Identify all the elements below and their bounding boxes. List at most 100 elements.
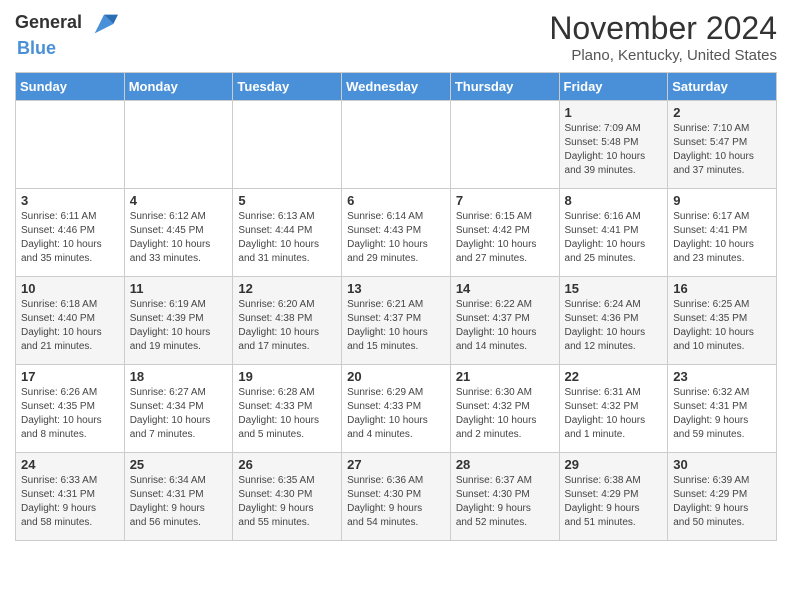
calendar-cell: 20Sunrise: 6:29 AM Sunset: 4:33 PM Dayli… [342, 365, 451, 453]
calendar-cell [233, 101, 342, 189]
day-number: 23 [673, 369, 771, 384]
day-number: 9 [673, 193, 771, 208]
day-number: 26 [238, 457, 336, 472]
day-number: 18 [130, 369, 228, 384]
day-number: 4 [130, 193, 228, 208]
calendar-cell: 4 Sunrise: 6:12 AM Sunset: 4:45 PM Daylig… [124, 189, 233, 277]
logo: General Blue [15, 10, 118, 59]
day-info: Sunrise: 6:31 AM Sunset: 4:32 PM Dayligh… [565, 386, 663, 442]
calendar-cell: 28 Sunrise: 6:37 AM Sunset: 4:30 PM Dayli… [450, 453, 559, 541]
calendar-cell: 6Sunrise: 6:14 AM Sunset: 4:43 PM Daylig… [342, 189, 451, 277]
calendar-cell: 8 Sunrise: 6:16 AM Sunset: 4:41 PM Daylig… [559, 189, 668, 277]
day-number: 1 [565, 105, 663, 120]
calendar-cell: 9 Sunrise: 6:17 AM Sunset: 4:41 PM Daylig… [668, 189, 777, 277]
day-info: Sunrise: 6:11 AM Sunset: 4:46 PM Dayligh… [21, 210, 119, 266]
day-header-monday: Monday [124, 73, 233, 101]
day-info: Sunrise: 6:12 AM Sunset: 4:45 PM Dayligh… [130, 210, 228, 266]
day-info: Sunrise: 6:20 AM Sunset: 4:38 PM Dayligh… [238, 298, 336, 354]
day-number: 20 [347, 369, 445, 384]
day-number: 8 [565, 193, 663, 208]
day-info: Sunrise: 6:21 AM Sunset: 4:37 PM Dayligh… [347, 298, 445, 354]
calendar-cell: 19Sunrise: 6:28 AM Sunset: 4:33 PM Dayli… [233, 365, 342, 453]
day-header-thursday: Thursday [450, 73, 559, 101]
day-number: 29 [565, 457, 663, 472]
day-header-row: SundayMondayTuesdayWednesdayThursdayFrid… [16, 73, 777, 101]
day-number: 24 [21, 457, 119, 472]
calendar-cell: 25 Sunrise: 6:34 AM Sunset: 4:31 PM Dayli… [124, 453, 233, 541]
week-row-4: 17Sunrise: 6:26 AM Sunset: 4:35 PM Dayli… [16, 365, 777, 453]
calendar-cell: 12 Sunrise: 6:20 AM Sunset: 4:38 PM Dayli… [233, 277, 342, 365]
week-row-3: 10 Sunrise: 6:18 AM Sunset: 4:40 PM Dayli… [16, 277, 777, 365]
day-number: 5 [238, 193, 336, 208]
day-number: 21 [456, 369, 554, 384]
day-number: 22 [565, 369, 663, 384]
day-info: Sunrise: 6:25 AM Sunset: 4:35 PM Dayligh… [673, 298, 771, 354]
day-number: 7 [456, 193, 554, 208]
week-row-2: 3 Sunrise: 6:11 AM Sunset: 4:46 PM Daylig… [16, 189, 777, 277]
day-number: 28 [456, 457, 554, 472]
calendar-cell [16, 101, 125, 189]
calendar-cell: 26 Sunrise: 6:35 AM Sunset: 4:30 PM Dayli… [233, 453, 342, 541]
calendar-cell: 10 Sunrise: 6:18 AM Sunset: 4:40 PM Dayli… [16, 277, 125, 365]
calendar-cell: 14 Sunrise: 6:22 AM Sunset: 4:37 PM Dayli… [450, 277, 559, 365]
calendar-cell: 5Sunrise: 6:13 AM Sunset: 4:44 PM Daylig… [233, 189, 342, 277]
day-number: 11 [130, 281, 228, 296]
calendar-cell: 7 Sunrise: 6:15 AM Sunset: 4:42 PM Daylig… [450, 189, 559, 277]
week-row-5: 24 Sunrise: 6:33 AM Sunset: 4:31 PM Dayli… [16, 453, 777, 541]
day-number: 3 [21, 193, 119, 208]
calendar-cell: 21 Sunrise: 6:30 AM Sunset: 4:32 PM Dayli… [450, 365, 559, 453]
calendar-cell: 15 Sunrise: 6:24 AM Sunset: 4:36 PM Dayli… [559, 277, 668, 365]
day-info: Sunrise: 6:22 AM Sunset: 4:37 PM Dayligh… [456, 298, 554, 354]
calendar-cell [450, 101, 559, 189]
day-number: 16 [673, 281, 771, 296]
month-title: November 2024 [549, 10, 777, 47]
location-subtitle: Plano, Kentucky, United States [549, 47, 777, 64]
day-number: 13 [347, 281, 445, 296]
calendar-cell: 29 Sunrise: 6:38 AM Sunset: 4:29 PM Dayli… [559, 453, 668, 541]
day-info: Sunrise: 7:10 AM Sunset: 5:47 PM Dayligh… [673, 122, 771, 178]
day-info: Sunrise: 6:16 AM Sunset: 4:41 PM Dayligh… [565, 210, 663, 266]
day-info: Sunrise: 7:09 AM Sunset: 5:48 PM Dayligh… [565, 122, 663, 178]
day-info: Sunrise: 6:27 AM Sunset: 4:34 PM Dayligh… [130, 386, 228, 442]
day-info: Sunrise: 6:17 AM Sunset: 4:41 PM Dayligh… [673, 210, 771, 266]
day-header-wednesday: Wednesday [342, 73, 451, 101]
calendar-cell: 11 Sunrise: 6:19 AM Sunset: 4:39 PM Dayli… [124, 277, 233, 365]
day-info: Sunrise: 6:32 AM Sunset: 4:31 PM Dayligh… [673, 386, 771, 442]
day-info: Sunrise: 6:15 AM Sunset: 4:42 PM Dayligh… [456, 210, 554, 266]
title-area: November 2024 Plano, Kentucky, United St… [549, 10, 777, 64]
logo-general-text: General [15, 12, 82, 32]
calendar-cell: 27Sunrise: 6:36 AM Sunset: 4:30 PM Dayli… [342, 453, 451, 541]
logo-blue-text: Blue [17, 38, 56, 58]
day-info: Sunrise: 6:39 AM Sunset: 4:29 PM Dayligh… [673, 474, 771, 530]
day-number: 25 [130, 457, 228, 472]
day-info: Sunrise: 6:30 AM Sunset: 4:32 PM Dayligh… [456, 386, 554, 442]
day-number: 14 [456, 281, 554, 296]
day-info: Sunrise: 6:33 AM Sunset: 4:31 PM Dayligh… [21, 474, 119, 530]
day-header-saturday: Saturday [668, 73, 777, 101]
calendar-cell: 16 Sunrise: 6:25 AM Sunset: 4:35 PM Dayli… [668, 277, 777, 365]
day-number: 10 [21, 281, 119, 296]
calendar-cell: 17Sunrise: 6:26 AM Sunset: 4:35 PM Dayli… [16, 365, 125, 453]
day-number: 6 [347, 193, 445, 208]
day-number: 30 [673, 457, 771, 472]
day-number: 12 [238, 281, 336, 296]
day-number: 27 [347, 457, 445, 472]
day-number: 17 [21, 369, 119, 384]
day-info: Sunrise: 6:37 AM Sunset: 4:30 PM Dayligh… [456, 474, 554, 530]
day-info: Sunrise: 6:34 AM Sunset: 4:31 PM Dayligh… [130, 474, 228, 530]
week-row-1: 1 Sunrise: 7:09 AM Sunset: 5:48 PM Daylig… [16, 101, 777, 189]
day-info: Sunrise: 6:18 AM Sunset: 4:40 PM Dayligh… [21, 298, 119, 354]
header: General Blue November 2024 Plano, Kentuc… [15, 10, 777, 64]
calendar-cell: 3 Sunrise: 6:11 AM Sunset: 4:46 PM Daylig… [16, 189, 125, 277]
day-number: 15 [565, 281, 663, 296]
calendar-table: SundayMondayTuesdayWednesdayThursdayFrid… [15, 72, 777, 541]
calendar-cell: 2Sunrise: 7:10 AM Sunset: 5:47 PM Daylig… [668, 101, 777, 189]
calendar-cell: 13 Sunrise: 6:21 AM Sunset: 4:37 PM Dayli… [342, 277, 451, 365]
logo-icon [90, 10, 118, 38]
day-header-friday: Friday [559, 73, 668, 101]
day-info: Sunrise: 6:19 AM Sunset: 4:39 PM Dayligh… [130, 298, 228, 354]
day-info: Sunrise: 6:35 AM Sunset: 4:30 PM Dayligh… [238, 474, 336, 530]
calendar-cell: 18 Sunrise: 6:27 AM Sunset: 4:34 PM Dayli… [124, 365, 233, 453]
day-info: Sunrise: 6:24 AM Sunset: 4:36 PM Dayligh… [565, 298, 663, 354]
day-info: Sunrise: 6:38 AM Sunset: 4:29 PM Dayligh… [565, 474, 663, 530]
